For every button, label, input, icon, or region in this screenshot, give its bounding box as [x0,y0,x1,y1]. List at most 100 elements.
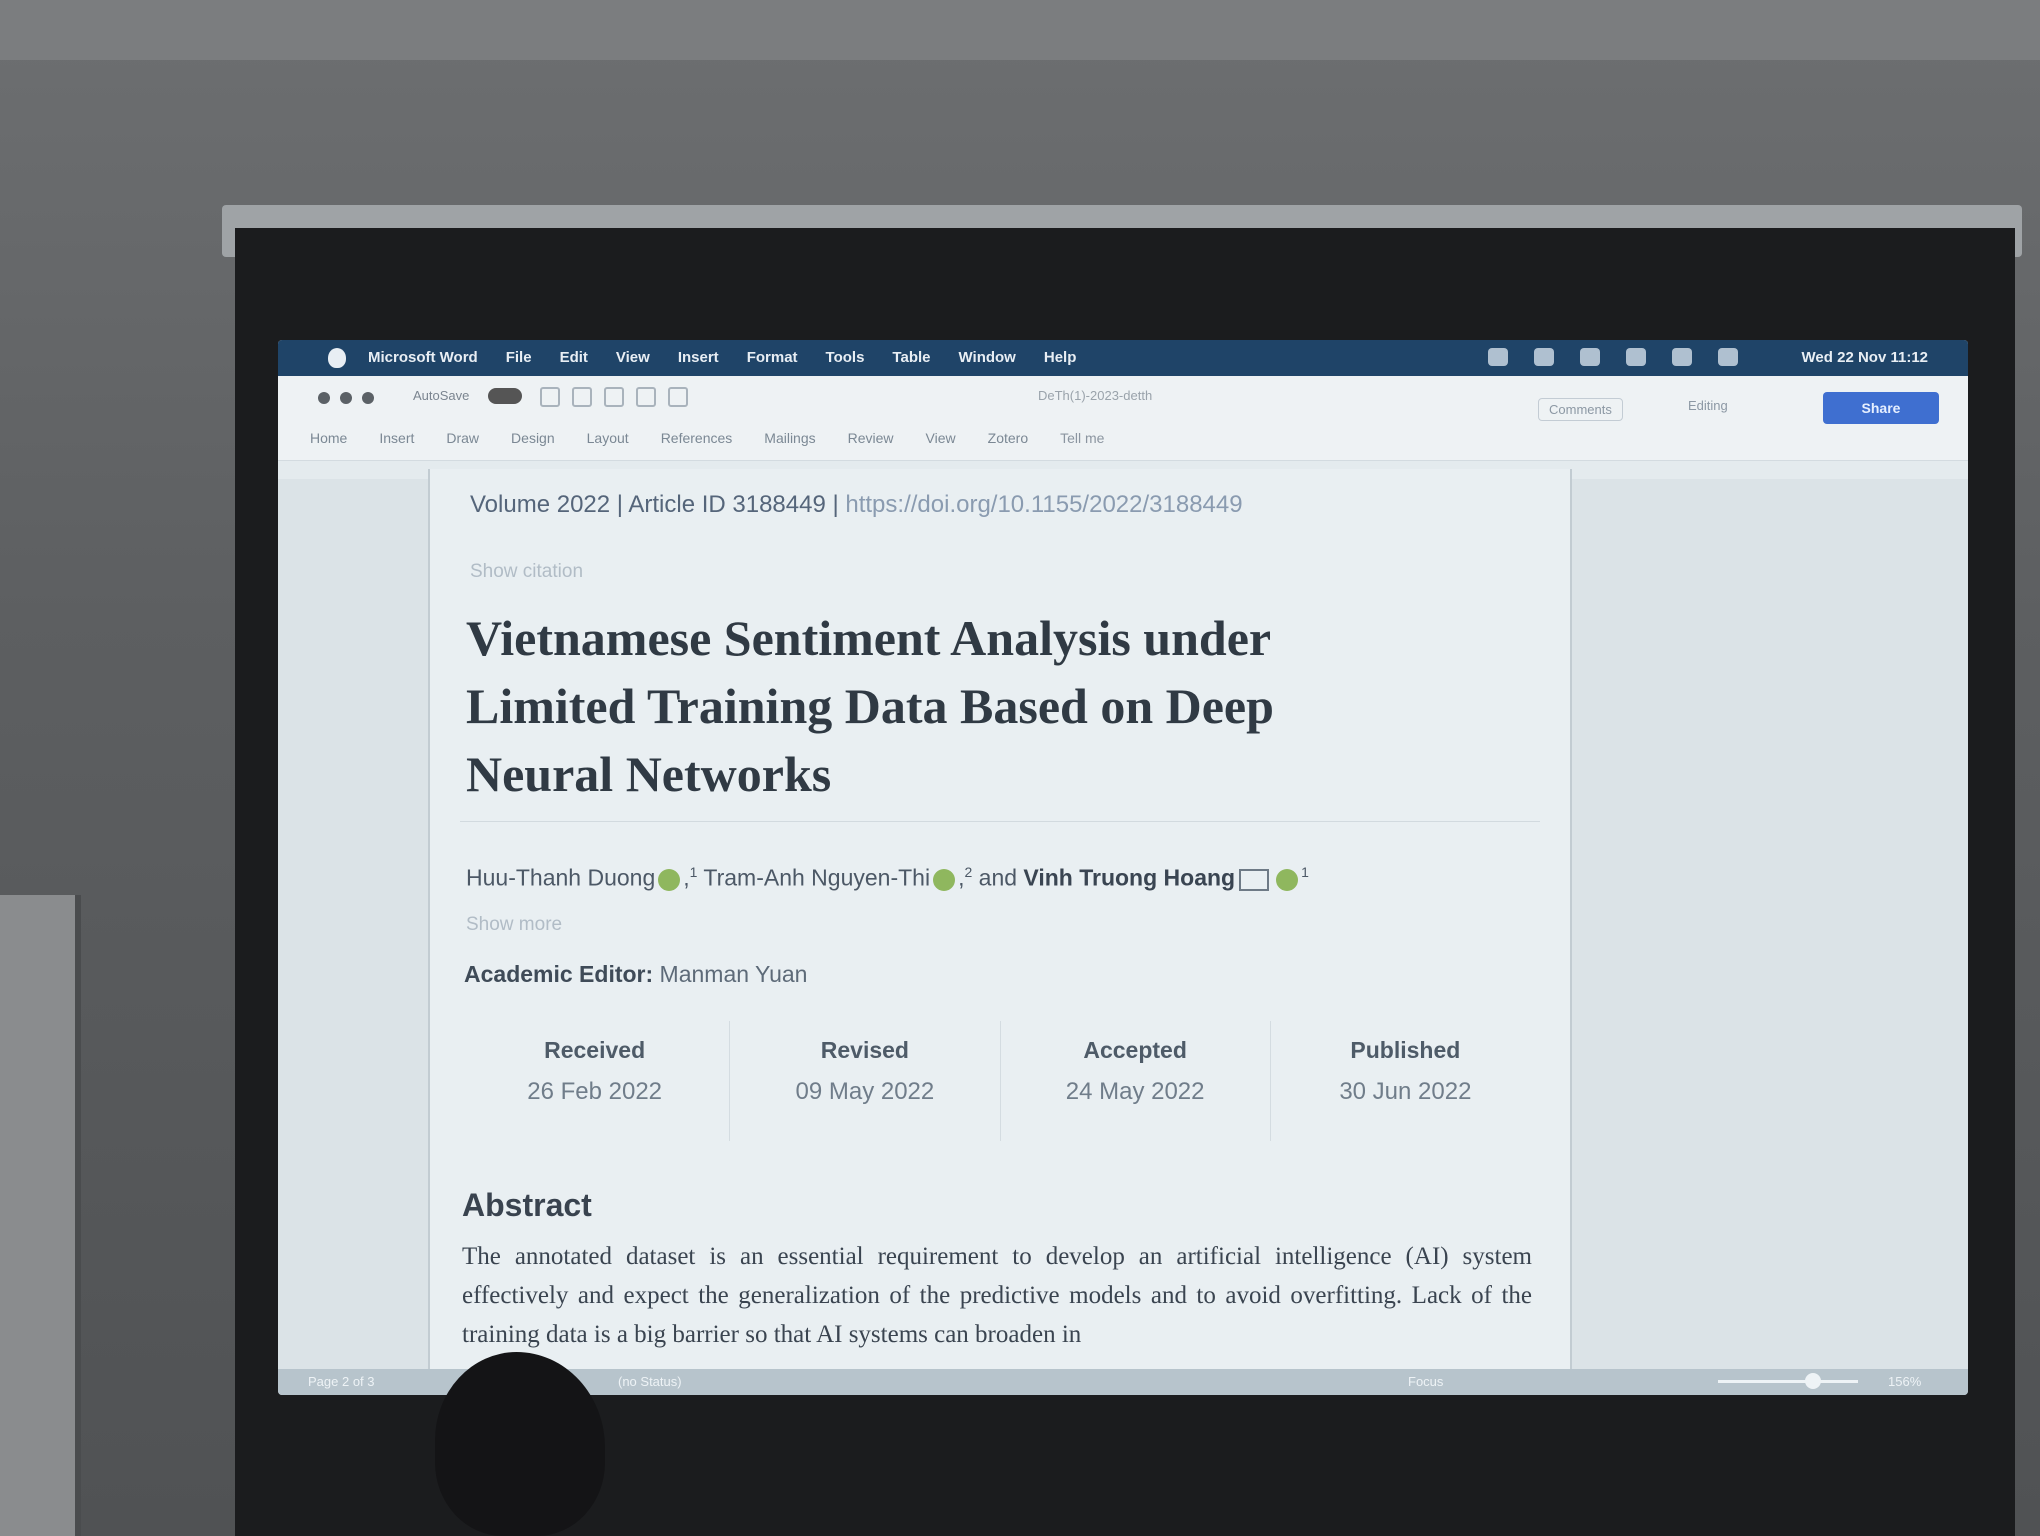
keyboard-input-icon[interactable] [1534,348,1554,366]
menu-file[interactable]: File [506,349,532,366]
menu-edit[interactable]: Edit [560,349,588,366]
author-1[interactable]: Huu-Thanh Duong [466,865,655,891]
editor-label: Academic Editor: [464,961,654,987]
date-label: Received [544,1037,646,1063]
editing-mode-button[interactable]: Editing [1688,398,1728,413]
ribbon-tabs: Home Insert Draw Design Layout Reference… [310,430,1104,446]
date-value: 26 Feb 2022 [527,1078,663,1105]
author-2[interactable]: Tram-Anh Nguyen-Thi [703,865,930,891]
zoom-window-icon[interactable] [362,392,374,404]
orcid-icon[interactable] [1276,868,1299,891]
autosave-label: AutoSave [413,388,470,403]
menu-tools[interactable]: Tools [826,349,865,366]
orcid-icon[interactable] [658,868,681,891]
paper-title: Vietnamese Sentiment Analysis under Limi… [466,610,1274,802]
tell-me-search[interactable]: Tell me [1060,430,1104,446]
menu-insert[interactable]: Insert [678,349,719,366]
battery-icon[interactable] [1580,348,1600,366]
close-window-icon[interactable] [318,392,330,404]
editor-name: Manman Yuan [659,961,808,987]
show-more-link[interactable]: Show more [466,914,562,936]
wifi-icon[interactable] [1626,348,1646,366]
doi-link[interactable]: https://doi.org/10.1155/2022/3188449 [845,491,1242,518]
email-icon[interactable] [1239,868,1270,891]
spotlight-search-icon[interactable] [1672,348,1692,366]
document-canvas: Volume 2022 | Article ID 3188449 | https… [278,469,1968,1389]
tab-insert[interactable]: Insert [379,430,414,446]
status-icons [1488,348,1738,366]
accessibility-icon[interactable] [1488,348,1508,366]
presenter-head [435,1352,605,1536]
mac-menu-bar: Microsoft Word File Edit View Insert For… [278,340,1968,376]
date-accepted: Accepted 24 May 2022 [1001,1021,1271,1141]
focus-mode-button[interactable]: Focus [1408,1374,1443,1389]
author-1-affiliation: 1 [689,864,698,880]
menu-format[interactable]: Format [747,349,798,366]
comments-button[interactable]: Comments [1538,398,1623,421]
autosave-toggle[interactable] [488,388,522,404]
tab-view[interactable]: View [926,430,956,446]
redo-icon[interactable] [636,387,656,407]
tab-design[interactable]: Design [511,430,555,446]
projected-screen: Microsoft Word File Edit View Insert For… [278,340,1968,1395]
volume-article-id: Volume 2022 | Article ID 3188449 | [470,491,846,518]
customize-toolbar-icon[interactable] [668,387,688,407]
share-button[interactable]: Share [1823,392,1939,424]
menu-view[interactable]: View [616,349,650,366]
quick-access-toolbar [540,387,688,407]
author-2-affiliation: 2 [964,864,973,880]
author-3-affiliation: 1 [1301,864,1309,880]
language-status[interactable]: (no Status) [618,1374,682,1389]
room-ceiling [0,0,2040,60]
menu-app[interactable]: Microsoft Word [368,349,478,366]
menu-list: Microsoft Word File Edit View Insert For… [368,349,1076,366]
apple-icon[interactable] [328,348,346,368]
tab-home[interactable]: Home [310,430,347,446]
window-controls [318,392,374,404]
abstract-heading: Abstract [462,1187,592,1223]
tab-review[interactable]: Review [848,430,894,446]
menu-clock[interactable]: Wed 22 Nov 11:12 [1802,349,1928,366]
home-icon[interactable] [540,387,560,407]
menu-table[interactable]: Table [892,349,930,366]
author-3[interactable]: Vinh Truong Hoang [1023,865,1235,891]
menu-help[interactable]: Help [1044,349,1077,366]
control-center-icon[interactable] [1718,348,1738,366]
date-value: 30 Jun 2022 [1339,1078,1472,1105]
zoom-slider[interactable] [1718,1380,1858,1383]
and-label: and [978,864,1018,891]
article-meta: Volume 2022 | Article ID 3188449 | https… [470,491,1243,519]
tab-mailings[interactable]: Mailings [764,430,815,446]
tab-draw[interactable]: Draw [446,430,479,446]
menu-window[interactable]: Window [959,349,1016,366]
zoom-slider-handle[interactable] [1805,1373,1821,1389]
undo-icon[interactable] [604,387,624,407]
orcid-icon[interactable] [933,868,956,891]
zoom-level[interactable]: 156% [1888,1374,1921,1389]
show-citation-link[interactable]: Show citation [470,561,583,583]
save-icon[interactable] [572,387,592,407]
divider [460,821,1540,822]
date-label: Accepted [1083,1037,1187,1063]
page-count[interactable]: Page 2 of 3 [308,1374,375,1389]
tab-layout[interactable]: Layout [587,430,629,446]
presenter-silhouette [425,1352,615,1536]
document-page[interactable]: Volume 2022 | Article ID 3188449 | https… [428,469,1572,1389]
academic-editor: Academic Editor: Manman Yuan [464,961,807,988]
abstract-text: The annotated dataset is an essential re… [462,1243,1532,1348]
minimize-window-icon[interactable] [340,392,352,404]
date-label: Revised [820,1037,909,1063]
tab-zotero[interactable]: Zotero [988,430,1028,446]
date-revised: Revised 09 May 2022 [730,1021,1001,1141]
date-received: Received 26 Feb 2022 [460,1021,731,1141]
date-published: Published 30 Jun 2022 [1271,1021,1540,1141]
tab-references[interactable]: References [661,430,733,446]
author-list: Huu-Thanh Duong ,1 Tram-Anh Nguyen-Thi ,2 … [466,864,1309,891]
date-label: Published [1350,1037,1461,1063]
ribbon-tabs-bar: Home Insert Draw Design Layout Reference… [278,420,1968,461]
publication-dates: Received 26 Feb 2022 Revised 09 May 2022… [460,1021,1540,1141]
document-name: DeTh(1)-2023-detth [1038,388,1153,403]
date-value: 24 May 2022 [1065,1078,1205,1105]
whiteboard-edge [0,895,81,1536]
date-value: 09 May 2022 [795,1078,935,1105]
